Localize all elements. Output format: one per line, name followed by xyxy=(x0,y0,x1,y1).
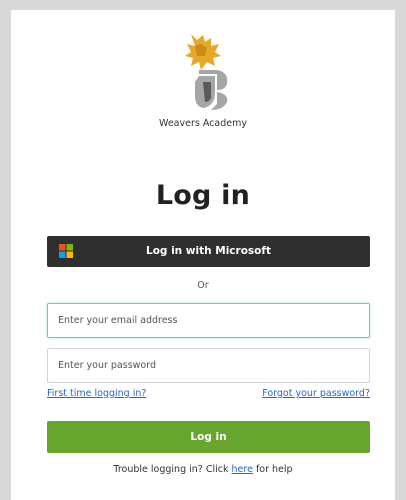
password-input[interactable] xyxy=(47,348,370,383)
help-link[interactable]: here xyxy=(232,464,253,475)
first-time-login-link[interactable]: First time logging in? xyxy=(47,388,146,399)
help-text-prefix: Trouble logging in? Click xyxy=(113,464,232,475)
academy-name: Weavers Academy xyxy=(159,118,247,129)
microsoft-login-label: Log in with Microsoft xyxy=(146,245,271,257)
help-text-suffix: for help xyxy=(252,464,293,475)
login-button[interactable]: Log in xyxy=(47,421,370,453)
weavers-academy-crest-icon xyxy=(185,34,228,110)
login-card: Weavers Academy Log in Log in with Micro… xyxy=(11,10,395,500)
link-row: First time logging in? Forgot your passw… xyxy=(47,388,370,402)
or-divider: Or xyxy=(197,280,209,291)
help-text: Trouble logging in? Click here for help xyxy=(11,464,395,475)
email-input[interactable] xyxy=(47,303,370,338)
forgot-password-link[interactable]: Forgot your password? xyxy=(262,388,370,399)
microsoft-login-button[interactable]: Log in with Microsoft xyxy=(47,236,370,267)
page-title: Log in xyxy=(155,180,251,211)
